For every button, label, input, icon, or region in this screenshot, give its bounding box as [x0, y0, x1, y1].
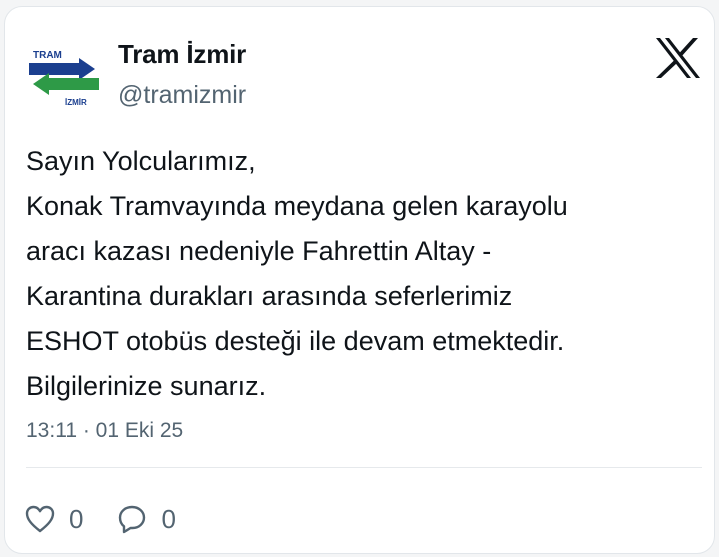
tweet-text-line: Konak Tramvayında meydana gelen karayolu [26, 191, 568, 221]
avatar[interactable]: TRAM İZMİR [27, 45, 101, 107]
divider [26, 467, 702, 468]
tweet-text-line: Karantina durakları arasında seferlerimi… [26, 281, 513, 311]
like-count: 0 [69, 503, 84, 534]
tweet-text: Sayın Yolcularımız, Konak Tramvayında me… [26, 139, 706, 409]
tweet-timestamp[interactable]: 13:11 · 01 Eki 25 [26, 419, 183, 443]
tweet-actions: 0 0 [25, 499, 210, 539]
x-logo-icon[interactable] [655, 37, 701, 79]
like-button[interactable]: 0 [25, 504, 83, 535]
speech-bubble-icon [119, 505, 146, 534]
avatar-text-top: TRAM [33, 50, 62, 61]
avatar-text-bottom: İZMİR [65, 98, 87, 107]
tweet-card: TRAM İZMİR Tram İzmir @tramizmir Sayın Y… [4, 6, 715, 554]
tweet-text-line: aracı kazası nedeniyle Fahrettin Altay - [26, 236, 492, 266]
reply-count: 0 [161, 503, 176, 534]
tweet-text-line: Bilgilerinize sunarız. [26, 371, 267, 401]
author-handle[interactable]: @tramizmir [118, 81, 246, 110]
tweet-text-line: ESHOT otobüs desteği ile devam etmektedi… [26, 326, 565, 356]
heart-icon [25, 505, 55, 533]
tweet-text-line: Sayın Yolcularımız, [26, 146, 256, 176]
reply-button[interactable]: 0 [117, 503, 176, 535]
tram-izmir-logo-icon: TRAM İZMİR [29, 50, 99, 107]
author-name[interactable]: Tram İzmir [118, 39, 246, 70]
